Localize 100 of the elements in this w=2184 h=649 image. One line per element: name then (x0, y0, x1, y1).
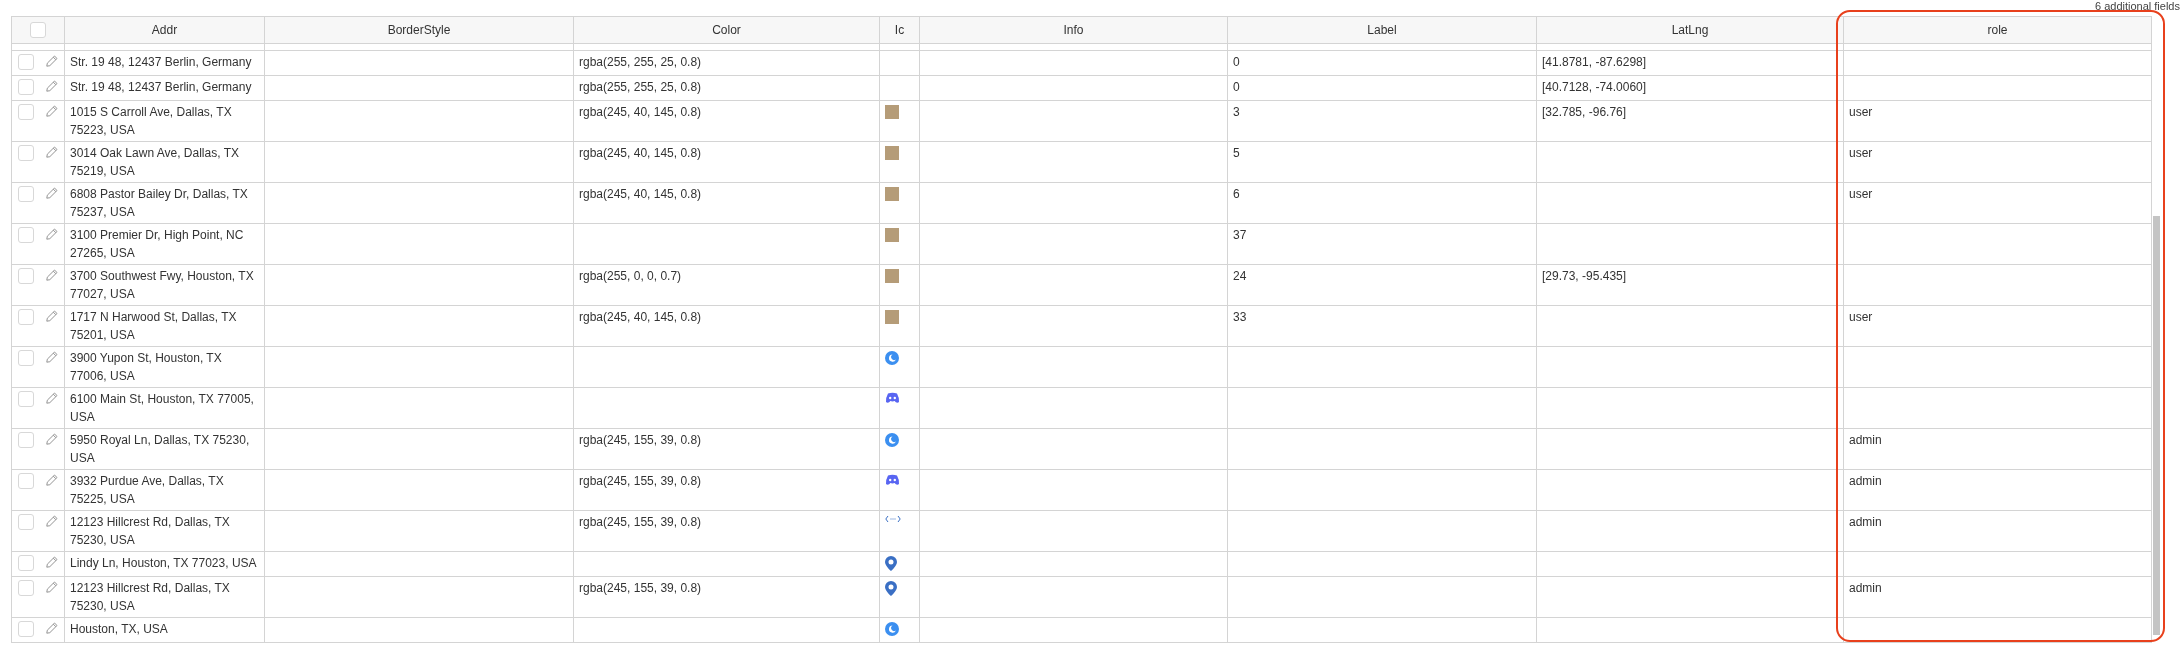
row-checkbox[interactable] (18, 432, 34, 448)
column-header[interactable]: Addr (65, 17, 265, 43)
edit-icon[interactable] (46, 622, 58, 634)
table-cell: Str. 19 48, 12437 Berlin, Germany (70, 55, 252, 69)
table-cell: user (1849, 310, 1873, 324)
table-cell: 3900 Yupon St, Houston, TX 77006, USA (70, 351, 222, 383)
table-cell: rgba(245, 155, 39, 0.8) (579, 433, 702, 447)
map-pin-icon (885, 581, 897, 596)
column-header[interactable]: Color (574, 17, 880, 43)
table-cell: admin (1849, 474, 1882, 488)
map-pin-icon (885, 556, 897, 571)
avatar-placeholder (885, 187, 899, 201)
avatar-placeholder (885, 146, 899, 160)
edit-icon[interactable] (46, 80, 58, 92)
moon-icon (885, 433, 899, 447)
table-cell: [32.785, -96.76] (1542, 105, 1627, 119)
row-checkbox[interactable] (18, 514, 34, 530)
edit-icon[interactable] (46, 556, 58, 568)
edit-icon[interactable] (46, 581, 58, 593)
edit-icon[interactable] (46, 269, 58, 281)
row-checkbox[interactable] (18, 79, 34, 95)
table-cell: rgba(245, 155, 39, 0.8) (579, 474, 702, 488)
row-checkbox[interactable] (18, 391, 34, 407)
table-cell: 12123 Hillcrest Rd, Dallas, TX 75230, USA (70, 581, 230, 613)
row-checkbox[interactable] (18, 473, 34, 489)
edit-icon[interactable] (46, 310, 58, 322)
table-cell: 33 (1233, 310, 1247, 324)
table-cell: rgba(255, 0, 0, 0.7) (579, 269, 682, 283)
edit-icon[interactable] (46, 351, 58, 363)
table-cell: rgba(245, 40, 145, 0.8) (579, 146, 702, 160)
table-cell: rgba(245, 155, 39, 0.8) (579, 581, 702, 595)
table-cell: rgba(245, 40, 145, 0.8) (579, 105, 702, 119)
column-header[interactable]: Info (920, 17, 1228, 43)
game-controller-icon (885, 474, 900, 486)
table-cell: rgba(255, 255, 25, 0.8) (579, 55, 702, 69)
table-cell: 6100 Main St, Houston, TX 77005, USA (70, 392, 254, 424)
row-checkbox[interactable] (18, 104, 34, 120)
table-cell: [41.8781, -87.6298] (1542, 55, 1647, 69)
table-cell: 6808 Pastor Bailey Dr, Dallas, TX 75237, USA (70, 187, 248, 219)
table-cell: 0 (1233, 80, 1240, 94)
row-checkbox[interactable] (18, 580, 34, 596)
table-cell: Lindy Ln, Houston, TX 77023, USA (70, 556, 257, 570)
edit-icon[interactable] (46, 146, 58, 158)
table-cell: rgba(255, 255, 25, 0.8) (579, 80, 702, 94)
code-icon (885, 515, 901, 523)
select-all-checkbox[interactable] (30, 22, 46, 38)
edit-icon[interactable] (46, 105, 58, 117)
avatar-placeholder (885, 228, 899, 242)
table-cell: user (1849, 146, 1873, 160)
row-checkbox[interactable] (18, 350, 34, 366)
column-header[interactable]: BorderStyle (265, 17, 574, 43)
table-cell: user (1849, 187, 1873, 201)
table-cell: rgba(245, 155, 39, 0.8) (579, 515, 702, 529)
row-checkbox[interactable] (18, 227, 34, 243)
table-cell: rgba(245, 40, 145, 0.8) (579, 310, 702, 324)
table-cell: 5 (1233, 146, 1240, 160)
avatar-placeholder (885, 269, 899, 283)
table-cell: admin (1849, 433, 1882, 447)
edit-icon[interactable] (46, 187, 58, 199)
table-cell: user (1849, 105, 1873, 119)
table-cell: 1015 S Carroll Ave, Dallas, TX 75223, USA (70, 105, 232, 137)
column-header[interactable]: LatLng (1537, 17, 1844, 43)
table-cell: 3 (1233, 105, 1240, 119)
edit-icon[interactable] (46, 228, 58, 240)
table-cell: 6 (1233, 187, 1240, 201)
column-header[interactable]: Ic (880, 17, 920, 43)
column-header[interactable]: Label (1228, 17, 1537, 43)
avatar-placeholder (885, 105, 899, 119)
edit-icon[interactable] (46, 55, 58, 67)
row-checkbox[interactable] (18, 186, 34, 202)
table-cell: 12123 Hillcrest Rd, Dallas, TX 75230, USA (70, 515, 230, 547)
edit-icon[interactable] (46, 433, 58, 445)
table-cell: admin (1849, 515, 1882, 529)
edit-icon[interactable] (46, 474, 58, 486)
table-cell: 1717 N Harwood St, Dallas, TX 75201, USA (70, 310, 237, 342)
game-controller-icon (885, 392, 900, 404)
table-cell: 3932 Purdue Ave, Dallas, TX 75225, USA (70, 474, 224, 506)
table-cell: 24 (1233, 269, 1247, 283)
table-cell: admin (1849, 581, 1882, 595)
table-cell: [29.73, -95.435] (1542, 269, 1627, 283)
table-cell: 3014 Oak Lawn Ave, Dallas, TX 75219, USA (70, 146, 239, 178)
row-checkbox[interactable] (18, 555, 34, 571)
row-checkbox[interactable] (18, 309, 34, 325)
avatar-placeholder (885, 310, 899, 324)
row-checkbox[interactable] (18, 54, 34, 70)
row-checkbox[interactable] (18, 621, 34, 637)
moon-icon (885, 622, 899, 636)
row-checkbox[interactable] (18, 268, 34, 284)
table-cell: [40.7128, -74.0060] (1542, 80, 1647, 94)
column-header[interactable]: role (1844, 17, 2152, 43)
additional-fields-note: 6 additional fields (2095, 0, 2180, 14)
table-cell: 37 (1233, 228, 1247, 242)
table-cell: Houston, TX, USA (70, 622, 168, 636)
table-cell: 3100 Premier Dr, High Point, NC 27265, USA (70, 228, 244, 260)
edit-icon[interactable] (46, 515, 58, 527)
moon-icon (885, 351, 899, 365)
row-checkbox[interactable] (18, 145, 34, 161)
edit-icon[interactable] (46, 392, 58, 404)
scrollbar-thumb[interactable] (2153, 216, 2160, 635)
table-cell: 3700 Southwest Fwy, Houston, TX 77027, USA (70, 269, 254, 301)
